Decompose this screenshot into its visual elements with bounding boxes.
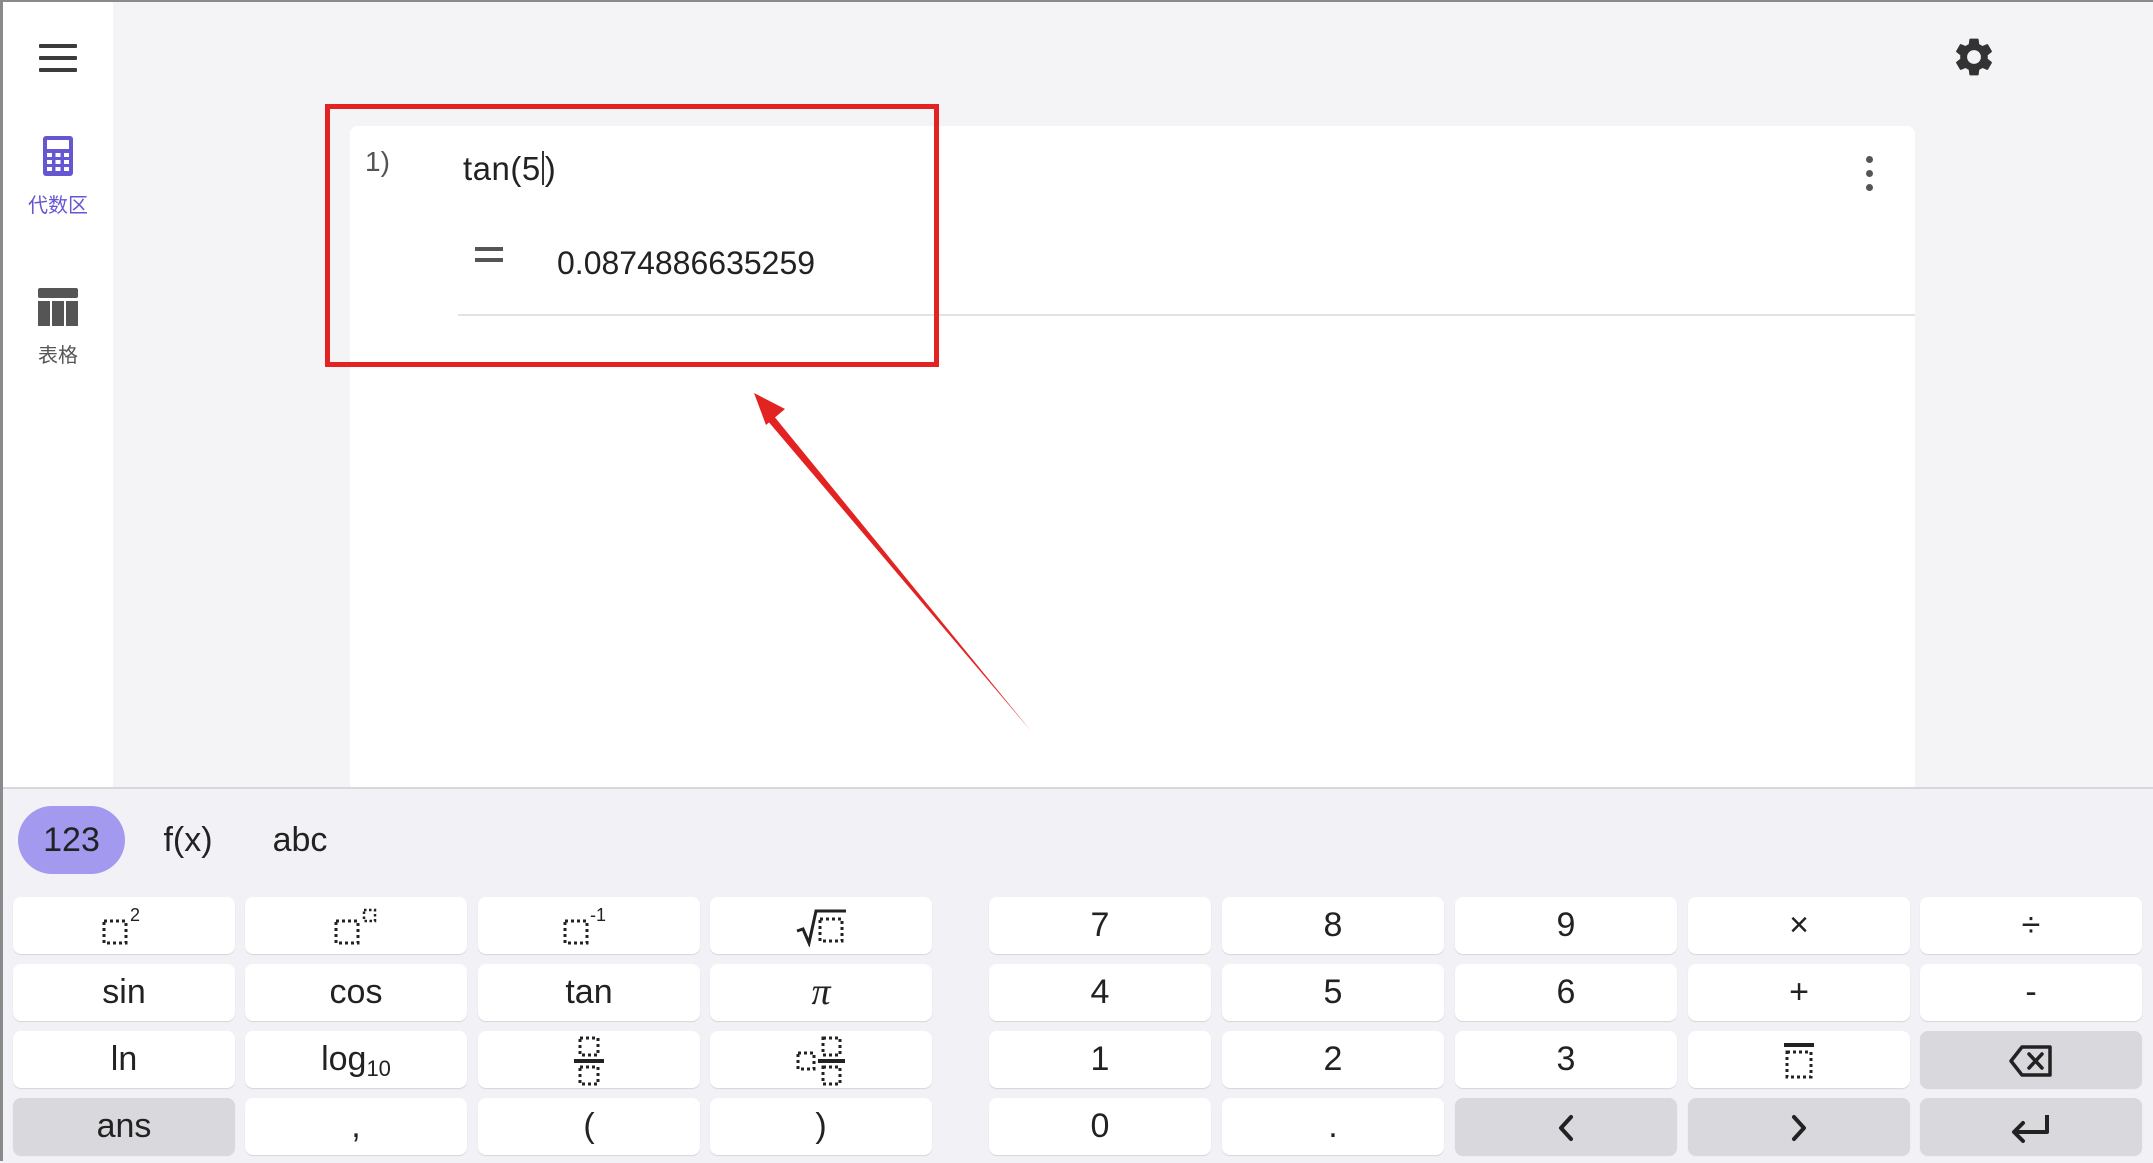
backspace-key[interactable] bbox=[1920, 1031, 2142, 1088]
key-3[interactable]: 3 bbox=[1455, 1031, 1677, 1088]
key-6[interactable]: 6 bbox=[1455, 964, 1677, 1021]
sqrt-key[interactable] bbox=[710, 897, 932, 954]
sidebar: 代数区 表格 bbox=[3, 2, 113, 787]
placeholder-key[interactable] bbox=[1688, 1031, 1910, 1088]
log-subscript: 10 bbox=[366, 1056, 391, 1081]
calculator-icon bbox=[43, 136, 73, 176]
cos-key[interactable]: cos bbox=[245, 964, 467, 1021]
plus-key[interactable]: + bbox=[1688, 964, 1910, 1021]
divide-key[interactable]: ÷ bbox=[1920, 897, 2142, 954]
square-power-icon: 2 bbox=[102, 905, 140, 945]
chevron-left-icon bbox=[1559, 1115, 1573, 1142]
inverse-key[interactable]: -1 bbox=[478, 897, 700, 954]
inverse-power-icon: -1 bbox=[563, 905, 606, 945]
tan-key[interactable]: tan bbox=[478, 964, 700, 1021]
enter-key[interactable] bbox=[1920, 1098, 2142, 1155]
key-1[interactable]: 1 bbox=[989, 1031, 1211, 1088]
fraction-key[interactable] bbox=[478, 1031, 700, 1088]
ans-key[interactable]: ans bbox=[13, 1098, 235, 1155]
enter-icon bbox=[2012, 1115, 2049, 1144]
power-key[interactable] bbox=[245, 897, 467, 954]
log-label: log bbox=[321, 1040, 367, 1078]
fraction-icon bbox=[574, 1036, 604, 1086]
placeholder-box-icon bbox=[1784, 1043, 1814, 1079]
cursor-left-key[interactable] bbox=[1455, 1098, 1677, 1155]
gear-icon[interactable] bbox=[1951, 34, 1997, 80]
svg-text:2: 2 bbox=[130, 907, 140, 925]
table-icon bbox=[38, 288, 78, 326]
pi-key[interactable]: π bbox=[710, 964, 932, 1021]
left-paren-key[interactable]: ( bbox=[478, 1098, 700, 1155]
mixed-fraction-key[interactable] bbox=[710, 1031, 932, 1088]
sidebar-item-table[interactable]: 表格 bbox=[3, 288, 113, 368]
sin-key[interactable]: sin bbox=[13, 964, 235, 1021]
key-4[interactable]: 4 bbox=[989, 964, 1211, 1021]
key-8[interactable]: 8 bbox=[1222, 897, 1444, 954]
ln-key[interactable]: ln bbox=[13, 1031, 235, 1088]
power-icon bbox=[334, 908, 377, 945]
keyboard-tab-abc[interactable]: abc bbox=[261, 806, 339, 874]
hamburger-menu-icon[interactable] bbox=[39, 44, 79, 74]
backspace-icon bbox=[2009, 1045, 2052, 1077]
cursor-right-key[interactable] bbox=[1688, 1098, 1910, 1155]
highlight-box bbox=[325, 104, 939, 367]
square-root-icon bbox=[796, 909, 846, 948]
multiply-key[interactable]: × bbox=[1688, 897, 1910, 954]
key-5[interactable]: 5 bbox=[1222, 964, 1444, 1021]
key-7[interactable]: 7 bbox=[989, 897, 1211, 954]
minus-key[interactable]: - bbox=[1920, 964, 2142, 1021]
vertical-dots-icon[interactable] bbox=[1857, 154, 1881, 194]
svg-text:-1: -1 bbox=[590, 907, 606, 925]
right-paren-key[interactable]: ) bbox=[710, 1098, 932, 1155]
key-2[interactable]: 2 bbox=[1222, 1031, 1444, 1088]
key-0[interactable]: 0 bbox=[989, 1098, 1211, 1155]
keyboard-tab-123[interactable]: 123 bbox=[18, 806, 125, 874]
keyboard-tab-fx[interactable]: f(x) bbox=[153, 806, 223, 874]
square-key[interactable]: 2 bbox=[13, 897, 235, 954]
mixed-fraction-icon bbox=[796, 1036, 845, 1086]
log10-key[interactable]: log10 bbox=[245, 1031, 467, 1088]
annotation-arrow bbox=[754, 393, 1031, 731]
sidebar-item-label: 代数区 bbox=[28, 193, 88, 217]
window-edge-left bbox=[0, 0, 3, 1161]
pi-symbol: π bbox=[811, 971, 831, 1013]
sidebar-item-algebra[interactable]: 代数区 bbox=[3, 136, 113, 218]
decimal-point-key[interactable]: . bbox=[1222, 1098, 1444, 1155]
key-9[interactable]: 9 bbox=[1455, 897, 1677, 954]
math-keyboard: 123 f(x) abc 2 -1 7 8 9 × ÷ sin cos tan … bbox=[3, 787, 2153, 1163]
sidebar-item-label: 表格 bbox=[38, 343, 78, 367]
chevron-right-icon bbox=[1792, 1115, 1806, 1142]
comma-key[interactable]: , bbox=[245, 1098, 467, 1155]
